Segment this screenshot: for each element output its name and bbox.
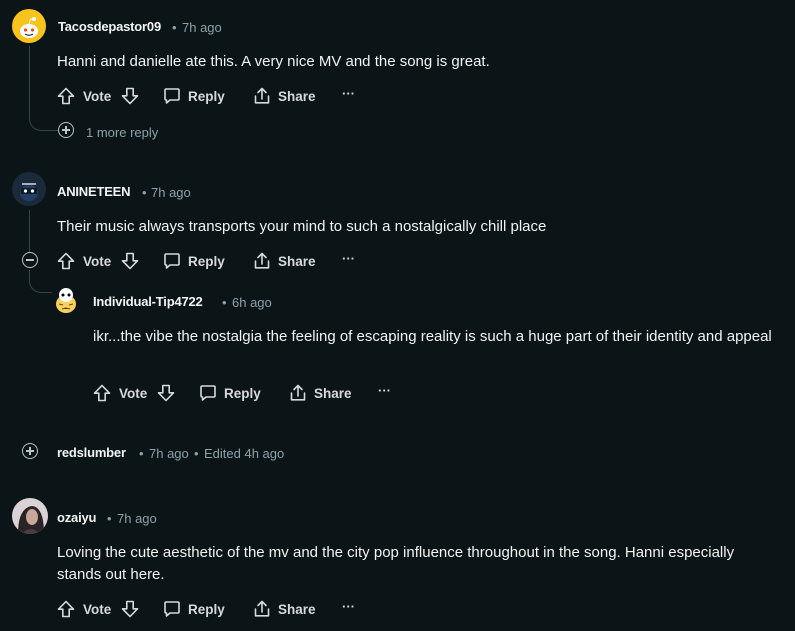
downvote-arrow-icon: [120, 251, 140, 271]
separator-dot: •: [222, 295, 227, 310]
reply-label: Reply: [188, 88, 225, 104]
avatar[interactable]: [50, 284, 82, 316]
separator-dot: •: [142, 185, 147, 200]
expand-comment-icon[interactable]: [22, 443, 38, 459]
share-label: Share: [314, 385, 352, 401]
reply-button[interactable]: Reply: [198, 383, 261, 403]
share-button[interactable]: Share: [252, 599, 316, 619]
thread-branch: [29, 112, 59, 131]
share-icon: [252, 251, 272, 271]
vote-count-label: Vote: [83, 602, 112, 617]
collapse-thread-icon[interactable]: [22, 252, 38, 268]
comment-author[interactable]: ANINETEEN: [57, 184, 131, 199]
share-button[interactable]: Share: [288, 383, 352, 403]
overflow-menu-button[interactable]: ···: [342, 599, 355, 614]
comment-body: ikr...the vibe the nostalgia the feeling…: [93, 328, 772, 345]
reply-label: Reply: [188, 253, 225, 269]
tiger-snoo-avatar-icon: [56, 288, 76, 313]
reply-bubble-icon: [198, 383, 218, 403]
downvote-arrow-icon: [156, 383, 176, 403]
reply-bubble-icon: [162, 599, 182, 619]
separator-dot: •: [194, 446, 199, 461]
downvote-button[interactable]: [120, 86, 140, 106]
comment-body: Loving the cute aesthetic of the mv and …: [57, 544, 735, 583]
avatar[interactable]: [12, 9, 46, 43]
comment-author[interactable]: redslumber: [57, 445, 126, 460]
vote-count-label: Vote: [83, 254, 112, 269]
reply-bubble-icon: [162, 251, 182, 271]
reply-label: Reply: [188, 601, 225, 617]
separator-dot: •: [139, 446, 144, 461]
separator-dot: •: [107, 511, 112, 526]
upvote-arrow-icon: [92, 383, 112, 403]
reply-button[interactable]: Reply: [162, 86, 225, 106]
downvote-arrow-icon: [120, 86, 140, 106]
comment-timestamp[interactable]: 7h ago: [182, 20, 222, 35]
vote-count-label: Vote: [119, 386, 148, 401]
share-label: Share: [278, 601, 316, 617]
share-button[interactable]: Share: [252, 251, 316, 271]
upvote-button[interactable]: [92, 383, 112, 403]
comment-body: Their music always transports your mind …: [57, 218, 547, 235]
reply-label: Reply: [224, 385, 261, 401]
share-button[interactable]: Share: [252, 86, 316, 106]
share-icon: [252, 599, 272, 619]
overflow-menu-button[interactable]: ···: [342, 86, 355, 101]
overflow-menu-button[interactable]: ···: [378, 383, 391, 398]
profile-photo-icon: [12, 498, 48, 534]
upvote-button[interactable]: [56, 251, 76, 271]
share-label: Share: [278, 88, 316, 104]
upvote-arrow-icon: [56, 251, 76, 271]
more-replies-link[interactable]: 1 more reply: [86, 125, 158, 140]
upvote-button[interactable]: [56, 599, 76, 619]
separator-dot: •: [172, 20, 177, 35]
upvote-button[interactable]: [56, 86, 76, 106]
avatar[interactable]: [12, 172, 46, 206]
downvote-button[interactable]: [120, 599, 140, 619]
share-label: Share: [278, 253, 316, 269]
comment-timestamp[interactable]: 6h ago: [232, 295, 272, 310]
share-icon: [252, 86, 272, 106]
comment-author[interactable]: Individual-Tip4722: [93, 294, 203, 309]
expand-replies-icon[interactable]: [58, 122, 74, 138]
comment-author[interactable]: ozaiyu: [57, 510, 96, 525]
downvote-arrow-icon: [120, 599, 140, 619]
downvote-button[interactable]: [120, 251, 140, 271]
ninja-snoo-avatar-icon: [20, 183, 38, 201]
upvote-arrow-icon: [56, 599, 76, 619]
vote-count-label: Vote: [83, 89, 112, 104]
avatar[interactable]: [12, 498, 48, 534]
comment-body: Hanni and danielle ate this. A very nice…: [57, 53, 490, 70]
thread-line[interactable]: [29, 46, 30, 118]
reply-button[interactable]: Reply: [162, 599, 225, 619]
comment-timestamp[interactable]: 7h ago: [117, 511, 157, 526]
reply-button[interactable]: Reply: [162, 251, 225, 271]
reply-bubble-icon: [162, 86, 182, 106]
edited-timestamp: Edited 4h ago: [204, 446, 285, 461]
comment-timestamp[interactable]: 7h ago: [151, 185, 191, 200]
downvote-button[interactable]: [156, 383, 176, 403]
thread-line[interactable]: [29, 210, 30, 252]
upvote-arrow-icon: [56, 86, 76, 106]
share-icon: [288, 383, 308, 403]
comment-author[interactable]: Tacosdepastor09: [58, 19, 161, 34]
thread-branch: [29, 270, 52, 293]
snoo-avatar-icon: [20, 17, 38, 38]
comment-timestamp[interactable]: 7h ago: [149, 446, 189, 461]
overflow-menu-button[interactable]: ···: [342, 251, 355, 266]
